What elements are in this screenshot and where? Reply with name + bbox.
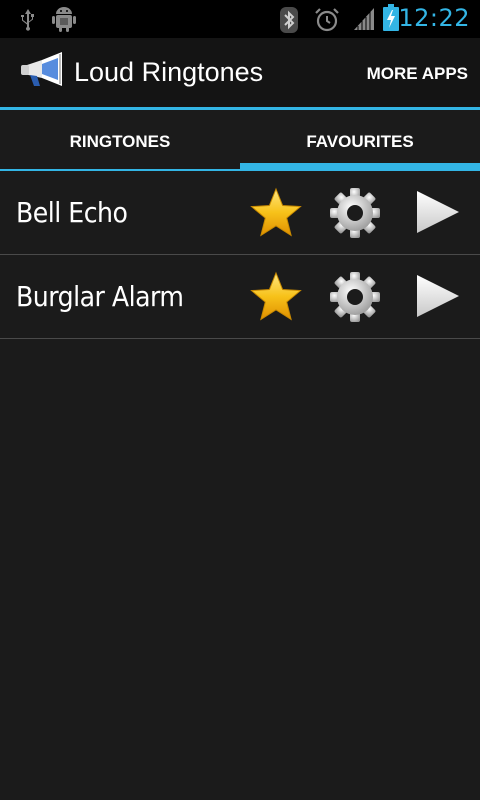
battery-charging-icon bbox=[382, 4, 400, 37]
more-apps-button[interactable]: MORE APPS bbox=[367, 64, 468, 84]
status-clock: 12:22 bbox=[398, 4, 470, 32]
app-title: Loud Ringtones bbox=[74, 57, 264, 87]
ringtone-list: Bell Echo Burglar Alarm bbox=[0, 171, 480, 339]
play-icon[interactable] bbox=[413, 187, 465, 239]
bluetooth-icon bbox=[280, 7, 298, 38]
star-icon[interactable] bbox=[249, 187, 302, 239]
ringtone-name: Bell Echo bbox=[16, 196, 128, 229]
usb-icon bbox=[18, 7, 38, 36]
tab-ringtones[interactable]: RINGTONES bbox=[0, 110, 240, 171]
list-item[interactable]: Bell Echo bbox=[0, 171, 480, 255]
tab-favourites-label: FAVOURITES bbox=[306, 132, 414, 151]
gear-icon[interactable] bbox=[329, 271, 381, 323]
action-bar: Loud Ringtones MORE APPS bbox=[0, 38, 480, 110]
ringtone-name: Burglar Alarm bbox=[16, 280, 184, 313]
signal-icon bbox=[352, 6, 376, 37]
tab-ringtones-label: RINGTONES bbox=[69, 132, 171, 151]
tab-selected-indicator bbox=[240, 163, 480, 171]
play-icon[interactable] bbox=[413, 271, 465, 323]
alarm-icon bbox=[314, 7, 340, 38]
tab-bar: RINGTONES FAVOURITES bbox=[0, 110, 480, 171]
megaphone-icon bbox=[20, 52, 66, 95]
list-item[interactable]: Burglar Alarm bbox=[0, 255, 480, 339]
status-bar: 12:22 bbox=[0, 0, 480, 38]
tab-favourites[interactable]: FAVOURITES bbox=[240, 110, 480, 171]
gear-icon[interactable] bbox=[329, 187, 381, 239]
star-icon[interactable] bbox=[249, 271, 302, 323]
android-debug-icon bbox=[52, 6, 76, 37]
